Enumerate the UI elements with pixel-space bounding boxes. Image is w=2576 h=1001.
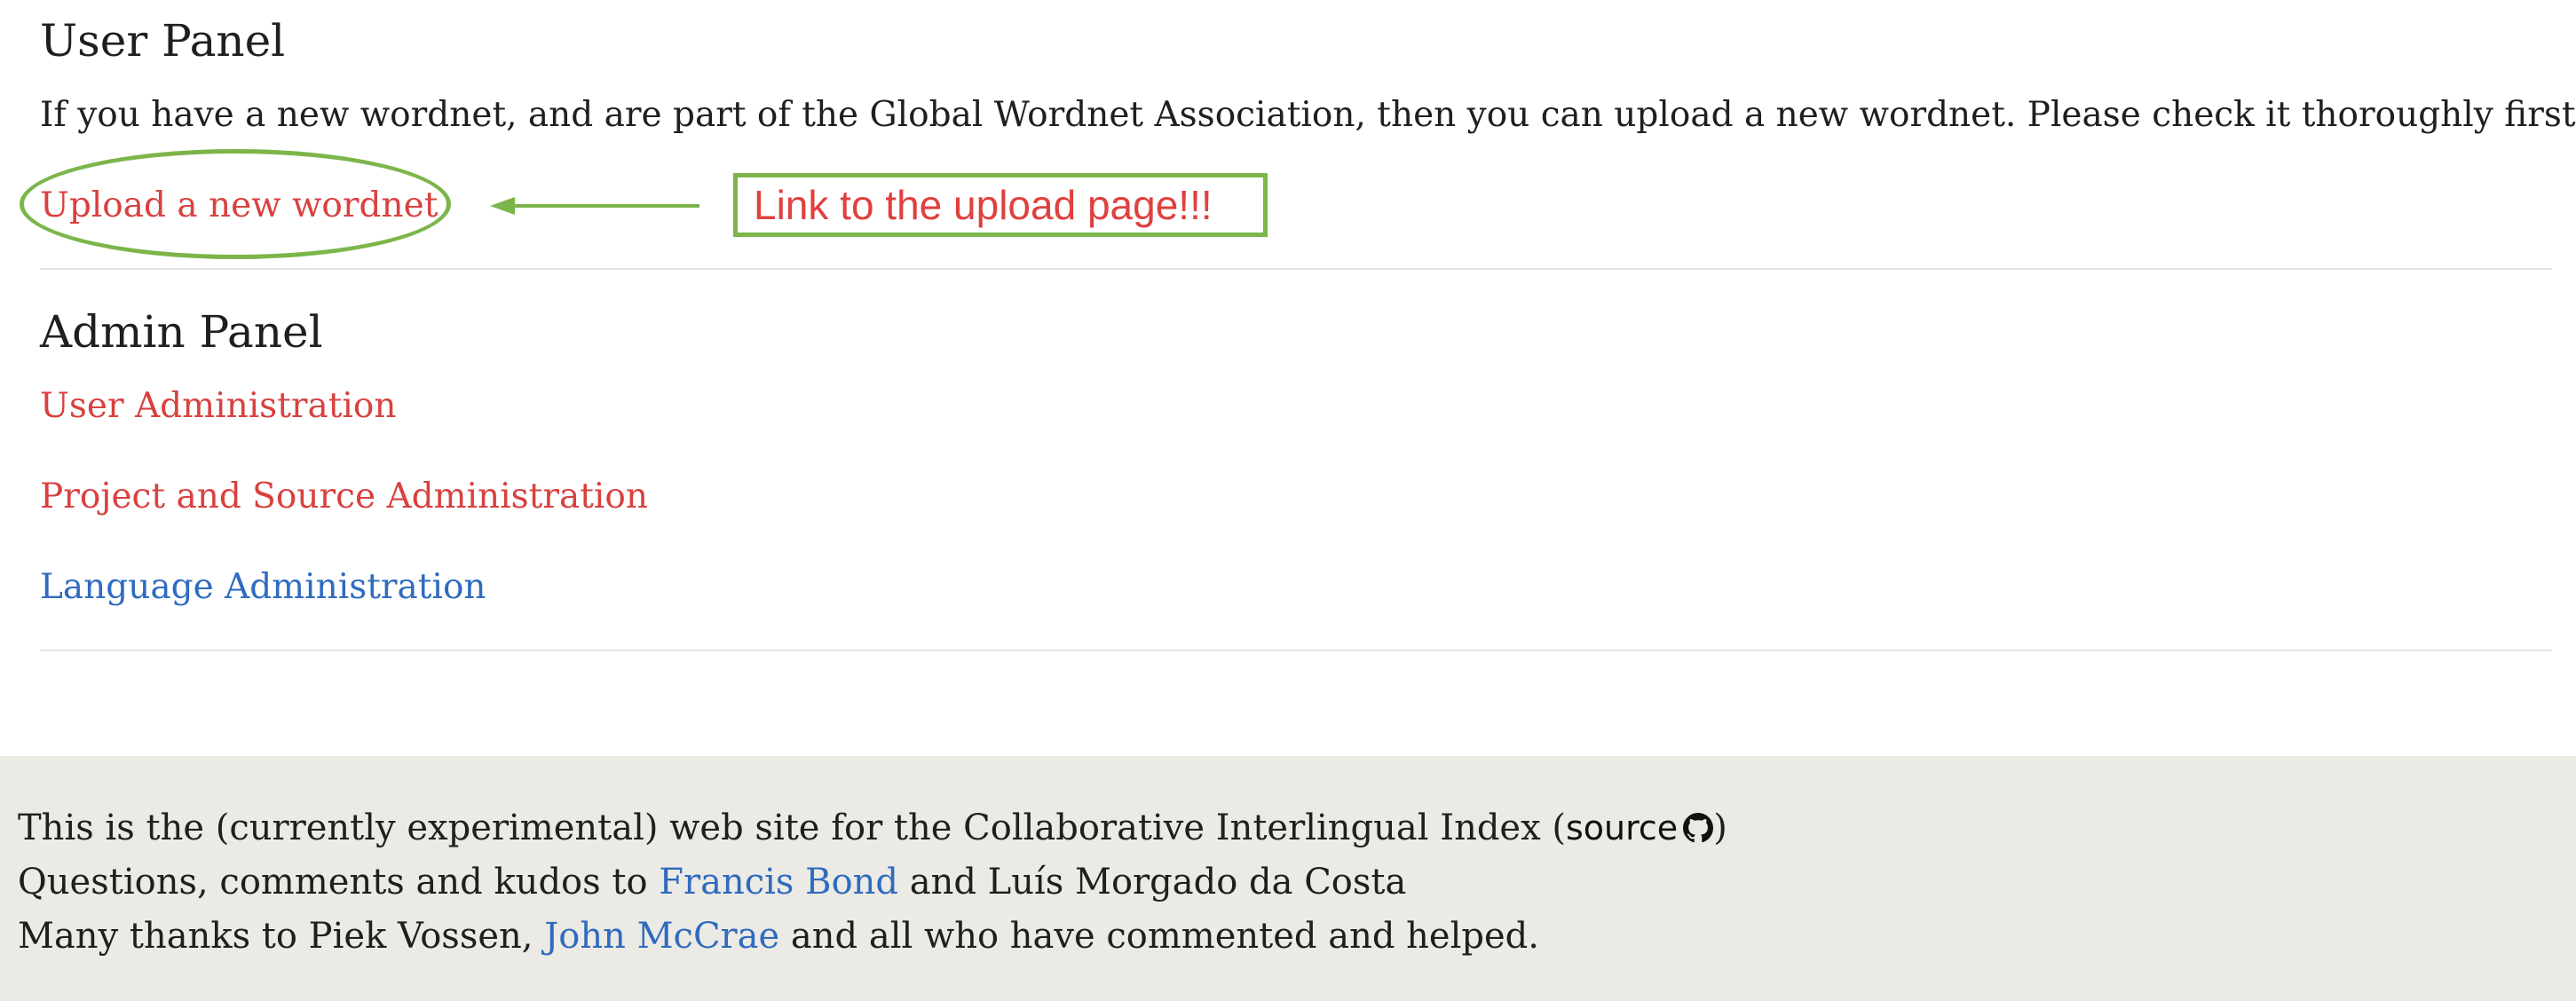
main-content: User Panel If you have a new wordnet, an… (0, 0, 2576, 756)
user-administration-link[interactable]: User Administration (40, 384, 397, 429)
user-panel-title: User Panel (40, 15, 286, 67)
john-mccrae-link[interactable]: John McCrae (544, 916, 779, 957)
footer-about-text: This is the (currently experimental) web… (18, 808, 1566, 848)
divider (40, 650, 2552, 651)
user-panel-description: If you have a new wordnet, and are part … (40, 95, 2576, 135)
footer-contact-text: Questions, comments and kudos to (18, 862, 660, 902)
francis-bond-link[interactable]: Francis Bond (659, 862, 898, 902)
footer-about-suffix: ) (1713, 808, 1727, 848)
footer-thanks-suffix: and all who have commented and helped. (779, 916, 1539, 957)
footer-line-about: This is the (currently experimental) web… (18, 805, 1727, 851)
divider (40, 268, 2552, 270)
source-link-label: source (1565, 808, 1679, 847)
admin-panel-title: Admin Panel (40, 306, 323, 358)
footer-line-thanks: Many thanks to Piek Vossen, John McCrae … (18, 913, 1539, 959)
annotation-label: Link to the upload page!!! (733, 173, 1268, 237)
footer-line-contact: Questions, comments and kudos to Francis… (18, 859, 1406, 905)
footer-contact-suffix: and Luís Morgado da Costa (898, 862, 1407, 902)
footer-thanks-text: Many thanks to Piek Vossen, (18, 916, 545, 957)
language-administration-link[interactable]: Language Administration (40, 565, 486, 610)
source-link[interactable]: source (1565, 808, 1714, 847)
github-icon (1683, 813, 1714, 843)
annotation-ellipse (20, 149, 451, 259)
footer: This is the (currently experimental) web… (0, 756, 2576, 1001)
project-source-administration-link[interactable]: Project and Source Administration (40, 475, 648, 519)
annotation-arrow-icon (490, 197, 699, 215)
